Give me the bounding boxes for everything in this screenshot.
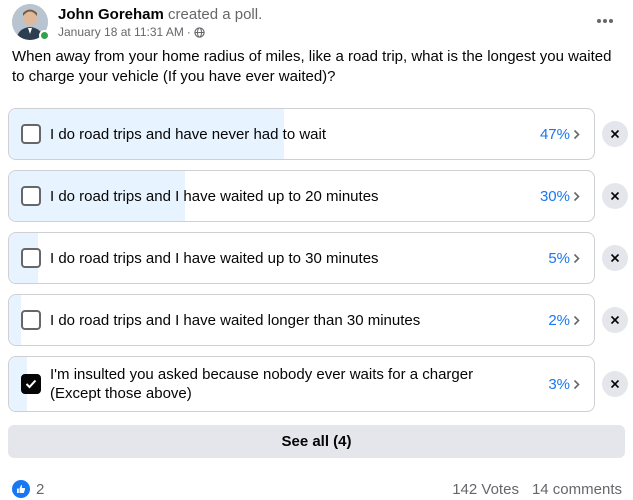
close-icon: [610, 253, 620, 263]
remove-option-button[interactable]: [602, 307, 628, 333]
poll-question: When away from your home radius of miles…: [12, 48, 612, 85]
post-footer: 2 142 Votes 14 comments: [12, 478, 622, 500]
option-percent[interactable]: 3%: [548, 357, 580, 411]
option-label: I'm insulted you asked because nobody ev…: [50, 366, 474, 402]
checkmark-icon: [25, 379, 37, 389]
post-action: created a poll.: [168, 6, 263, 23]
option-label: I do road trips and I have waited longer…: [50, 311, 421, 329]
remove-option-button[interactable]: [602, 121, 628, 147]
option-checkbox[interactable]: [21, 310, 41, 330]
percent-value: 2%: [548, 311, 570, 329]
option-label: I do road trips and I have waited up to …: [50, 249, 379, 267]
option-label: I do road trips and I have waited up to …: [50, 187, 379, 205]
option-checkbox[interactable]: [21, 248, 41, 268]
close-icon: [610, 129, 620, 139]
meta-separator: ·: [186, 25, 191, 39]
votes-count[interactable]: 142 Votes: [452, 481, 519, 498]
remove-option-button[interactable]: [602, 245, 628, 271]
like-icon: [12, 480, 30, 498]
poll-option[interactable]: I do road trips and I have waited up to …: [8, 170, 595, 222]
author-name[interactable]: John Goreham: [58, 6, 164, 23]
close-icon: [610, 379, 620, 389]
poll-option[interactable]: I'm insulted you asked because nobody ev…: [8, 356, 595, 412]
option-percent[interactable]: 5%: [548, 233, 580, 283]
post-stats: 142 Votes 14 comments: [452, 481, 622, 498]
chevron-right-icon: [573, 253, 580, 263]
option-checkbox[interactable]: [21, 374, 41, 394]
author-line: John Goreham created a poll.: [58, 6, 262, 23]
remove-option-button[interactable]: [602, 183, 628, 209]
chevron-right-icon: [573, 379, 580, 389]
post-meta: January 18 at 11:31 AM ·: [58, 25, 205, 39]
close-icon: [610, 191, 620, 201]
option-percent[interactable]: 47%: [540, 109, 580, 159]
more-horizontal-icon[interactable]: [590, 6, 620, 36]
percent-value: 30%: [539, 187, 570, 205]
option-percent[interactable]: 30%: [540, 171, 580, 221]
post-timestamp[interactable]: January 18 at 11:31 AM: [58, 25, 184, 39]
chevron-right-icon: [573, 129, 580, 139]
remove-option-button[interactable]: [602, 371, 628, 397]
comments-count[interactable]: 14 comments: [532, 481, 622, 498]
option-percent[interactable]: 2%: [548, 295, 580, 345]
reaction-count: 2: [36, 480, 45, 498]
poll-option[interactable]: I do road trips and I have waited up to …: [8, 232, 595, 284]
close-icon: [610, 315, 620, 325]
poll-option[interactable]: I do road trips and have never had to wa…: [8, 108, 595, 160]
globe-icon[interactable]: [194, 26, 205, 38]
percent-value: 3%: [548, 375, 570, 393]
post-header: John Goreham created a poll. January 18 …: [12, 2, 622, 42]
chevron-right-icon: [573, 191, 580, 201]
see-all-button[interactable]: See all (4): [8, 425, 625, 458]
percent-value: 47%: [539, 125, 570, 143]
option-checkbox[interactable]: [21, 124, 41, 144]
online-status-dot: [39, 30, 50, 41]
percent-value: 5%: [548, 249, 570, 267]
reactions-summary[interactable]: 2: [12, 480, 44, 498]
chevron-right-icon: [573, 315, 580, 325]
vote-share-bar: [9, 295, 21, 345]
option-label: I do road trips and have never had to wa…: [50, 125, 327, 143]
option-checkbox[interactable]: [21, 186, 41, 206]
poll-option[interactable]: I do road trips and I have waited longer…: [8, 294, 595, 346]
